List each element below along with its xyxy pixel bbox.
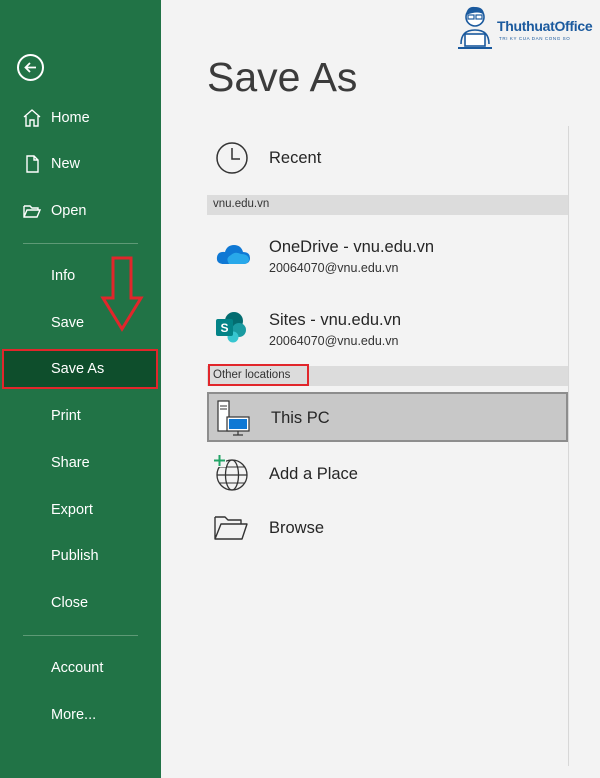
sidebar-item-save-as[interactable]: Save As bbox=[2, 349, 158, 389]
panel-divider bbox=[568, 126, 569, 766]
home-icon bbox=[23, 109, 41, 127]
location-sites[interactable]: S Sites - vnu.edu.vn 20064070@vnu.edu.vn bbox=[207, 305, 568, 355]
sidebar-item-label: Close bbox=[51, 595, 89, 611]
sidebar-item-label: Info bbox=[51, 268, 76, 284]
new-document-icon bbox=[26, 155, 39, 173]
folder-icon bbox=[214, 516, 248, 540]
red-down-arrow-annotation-icon bbox=[100, 256, 144, 332]
location-title: Add a Place bbox=[269, 465, 358, 483]
watermark-tagline: TRI KY CUA DAN CONG SO bbox=[499, 36, 571, 41]
sidebar-item-label: New bbox=[51, 156, 81, 172]
location-title: Recent bbox=[269, 149, 322, 167]
red-highlight-box bbox=[208, 364, 309, 386]
sidebar-item-account[interactable]: Account bbox=[0, 648, 161, 688]
sidebar-item-label: Print bbox=[51, 408, 81, 424]
location-subtitle: 20064070@vnu.edu.vn bbox=[269, 261, 399, 275]
location-browse[interactable]: Browse bbox=[207, 508, 568, 550]
sidebar-item-label: More... bbox=[51, 707, 97, 723]
onedrive-cloud-icon bbox=[216, 245, 250, 264]
watermark-logo: ThuthuatOffice TRI KY CUA DAN CONG SO bbox=[455, 4, 600, 54]
back-arrow-icon bbox=[24, 62, 36, 73]
sidebar-item-label: Share bbox=[51, 455, 90, 471]
location-add-place[interactable]: Add a Place bbox=[207, 452, 568, 496]
location-title: Sites - vnu.edu.vn bbox=[269, 311, 402, 329]
add-globe-icon bbox=[213, 454, 248, 491]
clock-icon bbox=[216, 142, 248, 174]
sidebar-item-open[interactable]: Open bbox=[0, 191, 161, 231]
sidebar-item-label: Save bbox=[51, 315, 85, 331]
location-title: OneDrive - vnu.edu.vn bbox=[269, 238, 435, 256]
location-onedrive[interactable]: OneDrive - vnu.edu.vn 20064070@vnu.edu.v… bbox=[207, 232, 568, 282]
watermark-name: ThuthuatOffice bbox=[497, 18, 593, 34]
sidebar-item-label: Open bbox=[51, 203, 87, 219]
location-title: Browse bbox=[269, 519, 325, 537]
person-laptop-logo-icon bbox=[458, 6, 492, 49]
save-as-panel: Save As Recent vnu.edu.vn OneDrive - vnu… bbox=[161, 0, 600, 778]
sidebar-item-label: Home bbox=[51, 110, 90, 126]
location-title: This PC bbox=[271, 409, 330, 427]
sidebar-item-label: Publish bbox=[51, 548, 99, 564]
backstage-sidebar: Home New Open Info Save Save As Print Sh… bbox=[0, 0, 161, 778]
sidebar-divider bbox=[23, 635, 138, 636]
sidebar-item-share[interactable]: Share bbox=[0, 443, 161, 483]
back-button[interactable] bbox=[17, 54, 44, 81]
location-this-pc[interactable]: This PC bbox=[207, 392, 568, 442]
svg-text:S: S bbox=[220, 321, 228, 335]
folder-open-icon bbox=[23, 205, 42, 218]
page-title: Save As bbox=[207, 54, 358, 100]
location-subtitle: 20064070@vnu.edu.vn bbox=[269, 334, 399, 348]
sidebar-item-home[interactable]: Home bbox=[0, 98, 161, 138]
computer-icon bbox=[217, 400, 250, 436]
sidebar-item-print[interactable]: Print bbox=[0, 396, 161, 436]
section-header-vnu: vnu.edu.vn bbox=[207, 195, 568, 215]
sidebar-item-publish[interactable]: Publish bbox=[0, 536, 161, 576]
sidebar-item-new[interactable]: New bbox=[0, 144, 161, 184]
sidebar-item-close[interactable]: Close bbox=[0, 583, 161, 623]
sidebar-item-label: Save As bbox=[51, 361, 105, 377]
sidebar-item-label: Export bbox=[51, 502, 93, 518]
sharepoint-icon: S bbox=[216, 312, 246, 343]
sidebar-item-more[interactable]: More... bbox=[0, 695, 161, 735]
sidebar-divider bbox=[23, 243, 138, 244]
section-header-label: vnu.edu.vn bbox=[213, 198, 270, 210]
sidebar-item-label: Account bbox=[51, 660, 104, 676]
location-recent[interactable]: Recent bbox=[207, 138, 568, 178]
sidebar-item-export[interactable]: Export bbox=[0, 490, 161, 530]
